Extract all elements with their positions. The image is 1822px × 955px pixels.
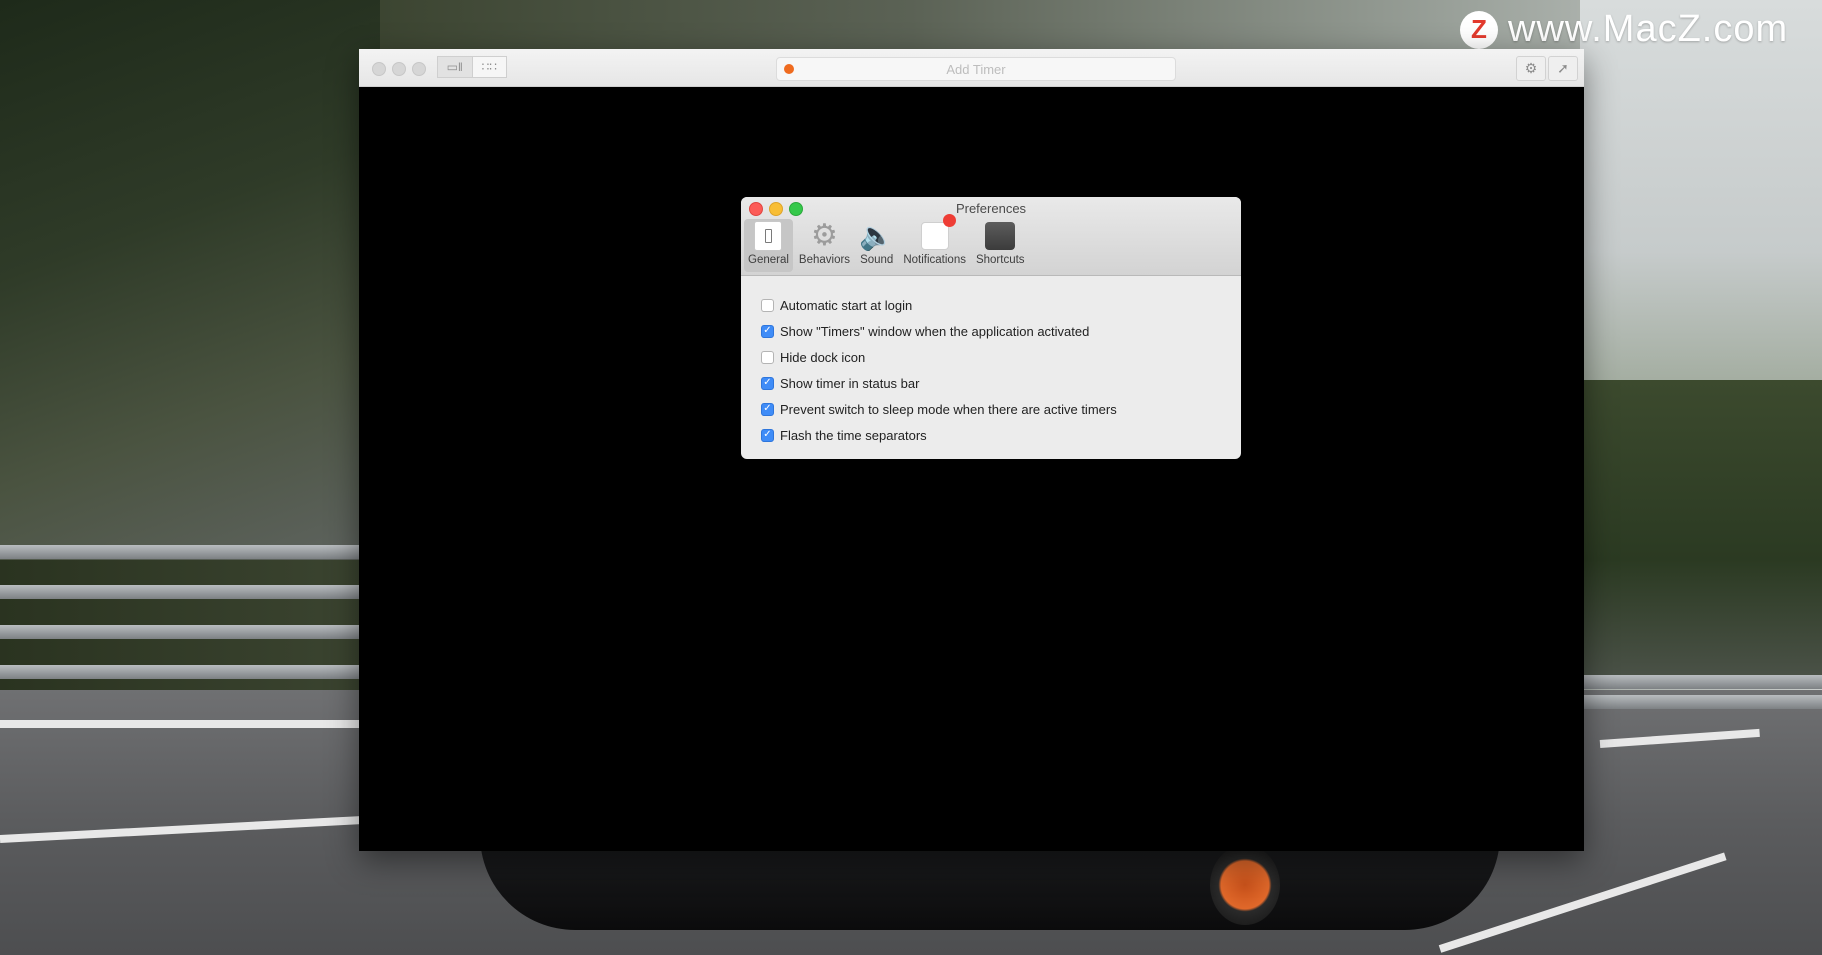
checkbox-automatic-start[interactable] — [761, 298, 774, 312]
tab-general[interactable]: General — [744, 219, 793, 272]
tab-shortcuts-label: Shortcuts — [975, 254, 1025, 266]
preferences-window: Preferences General ⚙ Behaviors 🔈 Sound — [741, 197, 1241, 459]
option-show-timer-status-bar[interactable]: ✓ Show timer in status bar — [741, 370, 1241, 396]
list-view-button[interactable]: ▭‖ — [437, 56, 473, 78]
wallpaper-trees-left — [0, 0, 380, 560]
tab-shortcuts[interactable]: Shortcuts — [972, 219, 1029, 272]
notification-icon — [920, 214, 956, 250]
option-prevent-sleep[interactable]: ✓ Prevent switch to sleep mode when ther… — [741, 396, 1241, 422]
preferences-toolbar-area: Preferences General ⚙ Behaviors 🔈 Sound — [741, 197, 1241, 276]
checkbox-prevent-sleep[interactable]: ✓ — [761, 402, 774, 416]
option-label: Show timer in status bar — [780, 375, 920, 391]
option-show-timers-window[interactable]: ✓ Show "Timers" window when the applicat… — [741, 318, 1241, 344]
tab-notifications-label: Notifications — [903, 254, 966, 266]
add-timer-field[interactable]: Add Timer — [776, 57, 1176, 81]
wallpaper-sky-right — [1580, 0, 1822, 420]
tab-behaviors-label: Behaviors — [798, 254, 851, 266]
tab-behaviors[interactable]: ⚙ Behaviors — [795, 219, 854, 272]
option-label: Hide dock icon — [780, 349, 866, 365]
wallpaper-guardrail — [1580, 695, 1822, 709]
wallpaper-guardrail — [0, 665, 380, 679]
option-hide-dock-icon[interactable]: Hide dock icon — [741, 344, 1241, 370]
tab-notifications[interactable]: Notifications — [899, 214, 970, 272]
option-label: Show "Timers" window when the applicatio… — [780, 323, 1090, 339]
wallpaper-lane-line — [0, 720, 380, 728]
checkbox-show-timers-window[interactable]: ✓ — [761, 324, 774, 338]
tab-sound-label: Sound — [860, 254, 894, 266]
wallpaper-car-wheel — [1210, 845, 1280, 925]
minimize-button[interactable] — [392, 62, 406, 76]
checkmark-icon: ✓ — [763, 325, 772, 336]
gear-icon: ⚙ — [1524, 60, 1538, 76]
checkbox-hide-dock-icon[interactable] — [761, 350, 774, 364]
add-timer-placeholder: Add Timer — [946, 62, 1006, 77]
speaker-icon: 🔈 — [859, 220, 895, 251]
general-icon — [754, 221, 783, 251]
watermark-badge: Z — [1460, 10, 1498, 49]
option-label: Prevent switch to sleep mode when there … — [780, 401, 1117, 417]
gear-icon: ⚙ — [811, 219, 838, 252]
general-options-list: Automatic start at login ✓ Show "Timers"… — [741, 276, 1241, 448]
wallpaper-guardrail — [0, 545, 380, 559]
close-button[interactable] — [372, 62, 386, 76]
option-automatic-start[interactable]: Automatic start at login — [741, 292, 1241, 318]
app-titlebar: ▭‖ ∷∷ Add Timer ⚙ ➚ — [359, 49, 1584, 87]
grid-view-button[interactable]: ∷∷ — [472, 56, 507, 78]
option-label: Automatic start at login — [780, 297, 913, 313]
view-mode-segmented-control: ▭‖ ∷∷ — [437, 56, 507, 78]
tab-general-label: General — [748, 254, 789, 266]
wallpaper-trees-right — [1580, 380, 1822, 680]
zoom-button[interactable] — [412, 62, 426, 76]
preferences-tab-bar: General ⚙ Behaviors 🔈 Sound Notification… — [744, 214, 1029, 272]
option-label: Flash the time separators — [780, 427, 927, 443]
pin-icon: ➚ — [1557, 60, 1569, 76]
checkbox-flash-separators[interactable]: ✓ — [761, 428, 774, 442]
list-view-icon: ▭‖ — [446, 60, 463, 74]
preferences-title: Preferences — [955, 201, 1027, 216]
checkmark-icon: ✓ — [763, 403, 772, 414]
tab-sound[interactable]: 🔈 Sound — [856, 219, 897, 272]
checkmark-icon: ✓ — [763, 429, 772, 440]
wallpaper-guardrail — [0, 585, 380, 599]
watermark-text: www.MacZ.com — [1508, 8, 1789, 50]
wallpaper-guardrail — [0, 625, 380, 639]
notification-badge — [942, 214, 956, 227]
option-key-icon — [985, 222, 1016, 250]
settings-button[interactable]: ⚙ — [1516, 56, 1546, 81]
wallpaper-guardrail — [1580, 675, 1822, 689]
checkmark-icon: ✓ — [763, 377, 772, 388]
watermark: Z www.MacZ.com — [1460, 8, 1788, 51]
option-flash-separators[interactable]: ✓ Flash the time separators — [741, 422, 1241, 448]
checkbox-show-timer-status-bar[interactable]: ✓ — [761, 376, 774, 390]
pin-button[interactable]: ➚ — [1548, 56, 1578, 81]
grid-view-icon: ∷∷ — [481, 60, 497, 74]
